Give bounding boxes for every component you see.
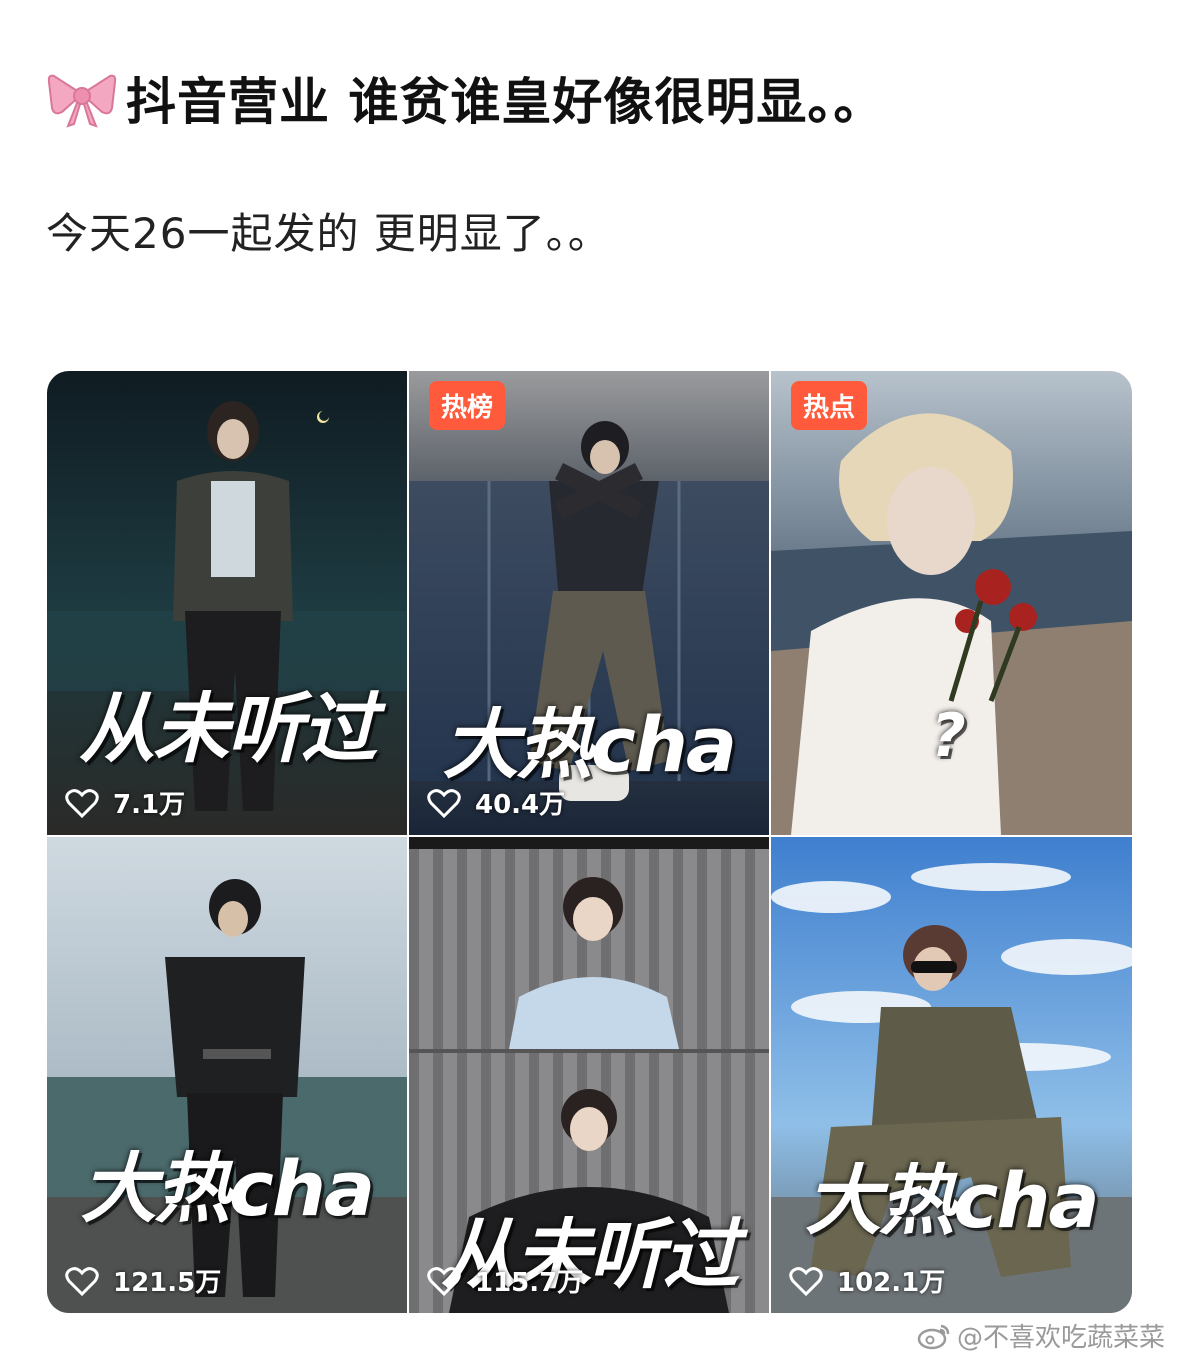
post-title-text: 抖音营业 谁贫谁皇好像很明显。。 bbox=[126, 73, 885, 131]
hot-topic-badge: 热点 bbox=[791, 381, 868, 430]
trending-badge: 热榜 bbox=[429, 381, 506, 430]
weibo-icon bbox=[917, 1324, 950, 1349]
pink-bow-icon bbox=[47, 74, 117, 128]
video-thumbnail bbox=[47, 837, 407, 1313]
video-grid: 从未听过 7.1万 热榜 大热cha 40.4万 热点 ? 大热cha 121.… bbox=[47, 371, 1132, 1313]
heart-icon bbox=[789, 1266, 823, 1296]
video-card-1[interactable]: 从未听过 7.1万 bbox=[47, 371, 407, 835]
heart-icon bbox=[65, 788, 99, 818]
video-card-4[interactable]: 大热cha 121.5万 bbox=[47, 837, 407, 1313]
like-count-value: 7.1万 bbox=[113, 790, 186, 820]
like-count-value: 102.1万 bbox=[837, 1268, 946, 1298]
post-title: 抖音营业 谁贫谁皇好像很明显。。 bbox=[46, 62, 884, 134]
like-count-value: 115.7万 bbox=[475, 1268, 584, 1298]
video-card-3[interactable]: 热点 ? bbox=[771, 371, 1132, 835]
like-count: 115.7万 bbox=[427, 1262, 583, 1299]
like-count: 40.4万 bbox=[427, 784, 565, 821]
heart-icon bbox=[427, 1266, 461, 1296]
like-count-value: 121.5万 bbox=[113, 1268, 222, 1298]
like-count: 121.5万 bbox=[65, 1262, 221, 1299]
like-count: 102.1万 bbox=[789, 1262, 945, 1299]
video-card-6[interactable]: 大热cha 102.1万 bbox=[771, 837, 1132, 1313]
like-count-value: 40.4万 bbox=[475, 790, 566, 820]
post-body: 今天26一起发的 更明显了。。 bbox=[46, 209, 611, 258]
like-count: 7.1万 bbox=[65, 784, 185, 821]
video-card-2[interactable]: 热榜 大热cha 40.4万 bbox=[409, 371, 769, 835]
watermark-text: @不喜欢吃蔬菜菜 bbox=[956, 1323, 1165, 1353]
overlay-text: ? bbox=[931, 701, 966, 771]
overlay-text: 大热cha bbox=[80, 1144, 375, 1233]
heart-icon bbox=[427, 788, 461, 818]
overlay-text: 从未听过 bbox=[79, 684, 377, 773]
overlay-text: 大热cha bbox=[805, 1156, 1099, 1245]
heart-icon bbox=[65, 1266, 99, 1296]
watermark: @不喜欢吃蔬菜菜 bbox=[917, 1317, 1165, 1354]
overlay-text: 大热cha bbox=[442, 700, 737, 789]
video-card-5[interactable]: 从未听过 115.7万 bbox=[409, 837, 769, 1313]
